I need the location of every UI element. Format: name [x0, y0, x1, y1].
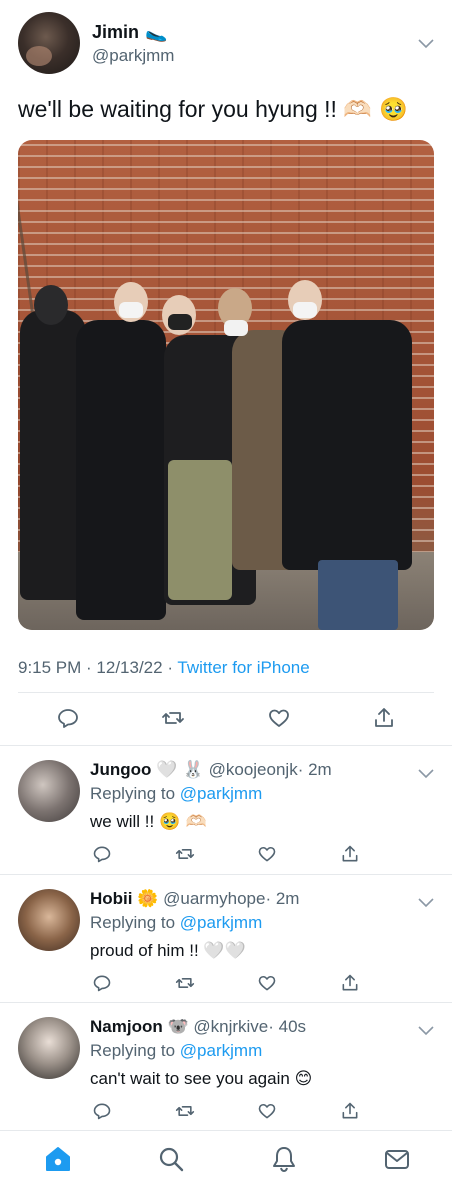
- photo-person-2: [76, 320, 166, 620]
- photo-person-5-jeans: [318, 560, 398, 630]
- photo-person-3-pants: [168, 460, 232, 600]
- replying-to-mention[interactable]: @parkjmm: [180, 913, 262, 932]
- reply-text: can't wait to see you again 😊: [90, 1069, 312, 1089]
- reply-text: we will !! 🥹 🫶🏻: [90, 812, 207, 832]
- reply-icon[interactable]: [56, 706, 80, 730]
- reply-tweet[interactable]: Hobii 🌼 @uarmyhope· 2m Replying to @park…: [0, 875, 452, 1003]
- retweet-icon[interactable]: [173, 971, 197, 995]
- tweet-text-emojis: 🫶🏻 🥹: [343, 97, 408, 123]
- reply-author-badges: 🌼: [137, 889, 159, 909]
- tweet-text-body: we'll be waiting for you hyung !!: [18, 96, 337, 122]
- reply-author-name[interactable]: Hobii: [90, 889, 133, 908]
- tweet-photo[interactable]: [18, 140, 434, 630]
- replying-to: Replying to @parkjmm: [90, 913, 262, 933]
- reply-text-body: can't wait to see you again: [90, 1069, 290, 1088]
- reply-header: Hobii 🌼 @uarmyhope· 2m: [90, 889, 299, 909]
- reply-actions: [90, 1099, 362, 1123]
- replying-to-mention[interactable]: @parkjmm: [180, 1041, 262, 1060]
- author-name-text[interactable]: Jimin: [92, 22, 139, 42]
- reply-avatar[interactable]: [18, 760, 80, 822]
- tweet-source-link[interactable]: Twitter for iPhone: [177, 658, 309, 677]
- reply-time: · 40s: [268, 1017, 307, 1036]
- reply-time: · 2m: [297, 760, 332, 779]
- reply-text-emojis: 😊: [294, 1069, 313, 1089]
- reply-actions: [90, 842, 362, 866]
- reply-text: proud of him !! 🤍🤍: [90, 941, 246, 961]
- author-avatar[interactable]: [18, 12, 80, 74]
- author-badge-emoji: 🥿: [145, 22, 168, 43]
- photo-person-1-head: [34, 285, 68, 325]
- photo-person-3-mask: [168, 314, 192, 330]
- replying-to: Replying to @parkjmm: [90, 784, 262, 804]
- chevron-down-icon[interactable]: [418, 36, 434, 52]
- reply-text-emojis: 🤍🤍: [203, 941, 246, 961]
- like-icon[interactable]: [255, 1099, 279, 1123]
- like-icon[interactable]: [255, 971, 279, 995]
- reply-avatar[interactable]: [18, 1017, 80, 1079]
- photo-person-5-mask: [293, 302, 317, 318]
- reply-icon[interactable]: [90, 1099, 114, 1123]
- reply-actions: [90, 971, 362, 995]
- reply-tweet[interactable]: Jungoo 🤍 🐰 @koojeonjk· 2m Replying to @p…: [0, 746, 452, 874]
- tweet-meta: 9:15 PM · 12/13/22 · Twitter for iPhone: [18, 658, 310, 678]
- author-handle[interactable]: @parkjmm: [92, 46, 174, 66]
- reply-time: · 2m: [265, 889, 300, 908]
- reply-text-body: we will !!: [90, 812, 155, 831]
- reply-header: Namjoon 🐨 @knjrkive· 40s: [90, 1017, 306, 1037]
- reply-text-body: proud of him !!: [90, 941, 199, 960]
- chevron-down-icon[interactable]: [418, 766, 434, 782]
- share-icon[interactable]: [372, 706, 396, 730]
- retweet-icon[interactable]: [161, 706, 185, 730]
- reply-author-badges: 🐨: [167, 1017, 189, 1037]
- retweet-icon[interactable]: [173, 1099, 197, 1123]
- divider: [18, 692, 434, 693]
- main-tweet-actions: [56, 706, 396, 730]
- share-icon[interactable]: [338, 1099, 362, 1123]
- reply-author-handle[interactable]: @knjrkive: [193, 1017, 268, 1036]
- reply-text-emojis: 🥹 🫶🏻: [158, 812, 207, 832]
- bottom-tab-bar: [0, 1130, 452, 1200]
- home-icon[interactable]: [44, 1145, 72, 1173]
- replying-to: Replying to @parkjmm: [90, 1041, 262, 1061]
- notifications-icon[interactable]: [270, 1145, 298, 1173]
- reply-icon[interactable]: [90, 842, 114, 866]
- replying-to-mention[interactable]: @parkjmm: [180, 784, 262, 803]
- chevron-down-icon[interactable]: [418, 1023, 434, 1039]
- replying-to-label: Replying to: [90, 1041, 176, 1060]
- chevron-down-icon[interactable]: [418, 895, 434, 911]
- author-name[interactable]: Jimin 🥿: [92, 22, 167, 43]
- photo-person-2-mask: [119, 302, 143, 318]
- tweet-timestamp: 9:15 PM · 12/13/22 ·: [18, 658, 173, 677]
- share-icon[interactable]: [338, 971, 362, 995]
- main-tweet: Jimin 🥿 @parkjmm we'll be waiting for you…: [0, 0, 452, 746]
- reply-author-handle[interactable]: @uarmyhope: [163, 889, 265, 908]
- reply-author-name[interactable]: Jungoo: [90, 760, 151, 779]
- replying-to-label: Replying to: [90, 784, 176, 803]
- replying-to-label: Replying to: [90, 913, 176, 932]
- retweet-icon[interactable]: [173, 842, 197, 866]
- share-icon[interactable]: [338, 842, 362, 866]
- reply-author-badges: 🤍 🐰: [156, 760, 204, 780]
- messages-icon[interactable]: [383, 1145, 411, 1173]
- reply-tweet[interactable]: Namjoon 🐨 @knjrkive· 40s Replying to @pa…: [0, 1003, 452, 1129]
- reply-header: Jungoo 🤍 🐰 @koojeonjk· 2m: [90, 760, 332, 780]
- reply-author-handle[interactable]: @koojeonjk: [209, 760, 298, 779]
- photo-person-5: [282, 320, 412, 570]
- tweet-text: we'll be waiting for you hyung !! 🫶🏻 🥹: [18, 96, 408, 123]
- like-icon[interactable]: [267, 706, 291, 730]
- reply-author-name[interactable]: Namjoon: [90, 1017, 163, 1036]
- reply-avatar[interactable]: [18, 889, 80, 951]
- reply-icon[interactable]: [90, 971, 114, 995]
- like-icon[interactable]: [255, 842, 279, 866]
- photo-person-4-mask: [224, 320, 248, 336]
- search-icon[interactable]: [157, 1145, 185, 1173]
